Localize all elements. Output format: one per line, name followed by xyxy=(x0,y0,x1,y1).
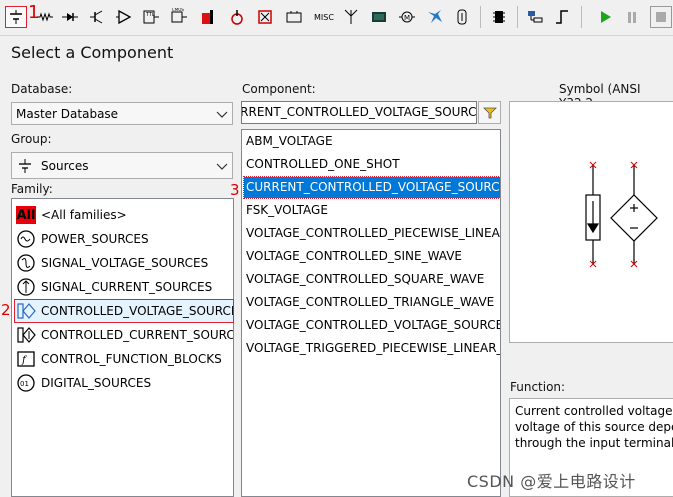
svg-text:f: f xyxy=(21,355,28,366)
family-item-label: CONTROL_FUNCTION_BLOCKS xyxy=(41,352,222,366)
marker-2: 2 xyxy=(1,301,11,319)
family-item-signal-voltage[interactable]: SIGNAL_VOLTAGE_SOURCES xyxy=(15,252,233,274)
database-value: Master Database xyxy=(16,106,119,121)
watermark: CSDN @爱上电路设计 xyxy=(467,472,636,491)
svg-text:CMOS: CMOS xyxy=(172,8,184,12)
chevron-down-icon xyxy=(216,163,228,170)
svg-text:01: 01 xyxy=(20,380,29,388)
source-icon[interactable] xyxy=(5,6,27,28)
family-item-label: CONTROLLED_CURRENT_SOURCES xyxy=(41,328,233,342)
rf-icon[interactable] xyxy=(340,6,362,28)
component-label: Component: xyxy=(242,82,316,96)
function-label: Function: xyxy=(510,380,566,394)
indicator-icon[interactable] xyxy=(254,6,276,28)
list-item[interactable]: VOLTAGE_TRIGGERED_PIECEWISE_LINEAR_ xyxy=(244,338,500,359)
chip-icon[interactable] xyxy=(488,6,510,28)
component-input-value: CURRENT_CONTROLLED_VOLTAGE_SOURCE xyxy=(241,105,477,119)
signal-voltage-icon xyxy=(15,253,37,273)
diode-icon[interactable] xyxy=(59,6,81,28)
family-item-control-function[interactable]: f CONTROL_FUNCTION_BLOCKS xyxy=(15,348,233,370)
list-item[interactable]: VOLTAGE_CONTROLLED_PIECEWISE_LINEAR xyxy=(244,223,500,244)
signal-current-icon xyxy=(15,277,37,297)
symbol-preview xyxy=(509,101,673,343)
list-item[interactable]: VOLTAGE_CONTROLLED_TRIANGLE_WAVE xyxy=(244,292,500,313)
group-select[interactable]: Sources xyxy=(11,152,233,179)
database-select[interactable]: Master Database xyxy=(11,102,233,125)
cmos-icon[interactable]: CMOS xyxy=(168,6,190,28)
function-line: through the input terminals. xyxy=(515,436,673,450)
filter-icon xyxy=(482,107,497,118)
toolbar-separator xyxy=(581,6,582,28)
resistor-icon[interactable] xyxy=(34,6,56,28)
ttl-icon[interactable]: TTL xyxy=(140,6,162,28)
family-label: Family: xyxy=(11,182,53,196)
list-item[interactable]: CURRENT_CONTROLLED_VOLTAGE_SOURCE xyxy=(243,176,500,199)
family-item-label: DIGITAL_SOURCES xyxy=(41,376,152,390)
family-item-label: POWER_SOURCES xyxy=(41,232,149,246)
list-item[interactable]: ABM_VOLTAGE xyxy=(244,131,500,152)
misc-icon[interactable]: MISC xyxy=(311,6,337,28)
function-line: voltage of this source deper xyxy=(515,420,673,434)
connector-icon[interactable] xyxy=(424,6,446,28)
family-item-label: <All families> xyxy=(41,208,127,222)
group-label: Group: xyxy=(11,132,52,146)
power-icon[interactable] xyxy=(226,6,248,28)
ccvs-symbol-icon xyxy=(585,161,658,268)
component-search-input[interactable]: CURRENT_CONTROLLED_VOLTAGE_SOURCE xyxy=(241,101,477,124)
ladder-icon[interactable] xyxy=(451,6,473,28)
family-item-controlled-current[interactable]: CONTROLLED_CURRENT_SOURCES xyxy=(15,324,233,346)
controlled-voltage-icon xyxy=(15,301,37,321)
toolbar-separator xyxy=(517,6,518,28)
all-families-icon: All xyxy=(16,206,36,224)
digital-source-icon: 01 xyxy=(15,373,37,393)
list-item[interactable]: CONTROLLED_ONE_SHOT xyxy=(244,154,500,175)
group-value: Sources xyxy=(41,158,89,173)
family-list: All <All families> POWER_SOURCES SIGNAL_… xyxy=(11,198,234,497)
family-item-label: SIGNAL_CURRENT_SOURCES xyxy=(41,280,213,294)
filter-button[interactable] xyxy=(478,101,501,124)
family-item-controlled-voltage[interactable]: CONTROLLED_VOLTAGE_SOURCES xyxy=(14,299,234,323)
mcu-icon[interactable] xyxy=(197,6,219,28)
family-item-all[interactable]: All <All families> xyxy=(15,204,233,226)
power-source-icon xyxy=(15,229,37,249)
list-item[interactable]: VOLTAGE_CONTROLLED_SINE_WAVE xyxy=(244,246,500,267)
toolbar-separator xyxy=(480,6,481,28)
toolbar: 1 TTL CMOS MISC M xyxy=(0,0,673,36)
probe-icon[interactable] xyxy=(524,6,546,28)
analog-icon[interactable] xyxy=(113,6,135,28)
marker-3: 3 xyxy=(230,181,240,199)
source-icon xyxy=(19,158,31,173)
controlled-current-icon xyxy=(15,325,37,345)
svg-text:M: M xyxy=(404,14,410,22)
stop-icon[interactable] xyxy=(650,6,672,28)
family-item-label: CONTROLLED_VOLTAGE_SOURCES xyxy=(41,304,233,318)
dialog-title: Select a Component xyxy=(11,43,174,62)
family-item-signal-current[interactable]: SIGNAL_CURRENT_SOURCES xyxy=(15,276,233,298)
control-function-icon: f xyxy=(15,349,37,369)
misc-digital-icon[interactable] xyxy=(283,6,305,28)
family-item-power-sources[interactable]: POWER_SOURCES xyxy=(15,228,233,250)
list-item[interactable]: VOLTAGE_CONTROLLED_SQUARE_WAVE xyxy=(244,269,500,290)
electromech-icon[interactable] xyxy=(368,6,390,28)
pause-icon[interactable] xyxy=(621,6,643,28)
function-line: Current controlled voltage s xyxy=(515,404,673,418)
chevron-down-icon xyxy=(216,111,228,118)
svg-text:TTL: TTL xyxy=(145,12,155,18)
family-item-label: SIGNAL_VOLTAGE_SOURCES xyxy=(41,256,209,270)
family-item-digital-sources[interactable]: 01 DIGITAL_SOURCES xyxy=(15,372,233,394)
list-item[interactable]: VOLTAGE_CONTROLLED_VOLTAGE_SOURCE xyxy=(244,315,500,336)
mixed-icon[interactable]: M xyxy=(396,6,418,28)
database-label: Database: xyxy=(11,82,73,96)
run-icon[interactable] xyxy=(594,6,616,28)
step-icon[interactable] xyxy=(551,6,573,28)
component-list: ABM_VOLTAGE CONTROLLED_ONE_SHOT CURRENT_… xyxy=(241,129,501,497)
list-item[interactable]: FSK_VOLTAGE xyxy=(244,200,500,221)
transistor-icon[interactable] xyxy=(86,6,108,28)
